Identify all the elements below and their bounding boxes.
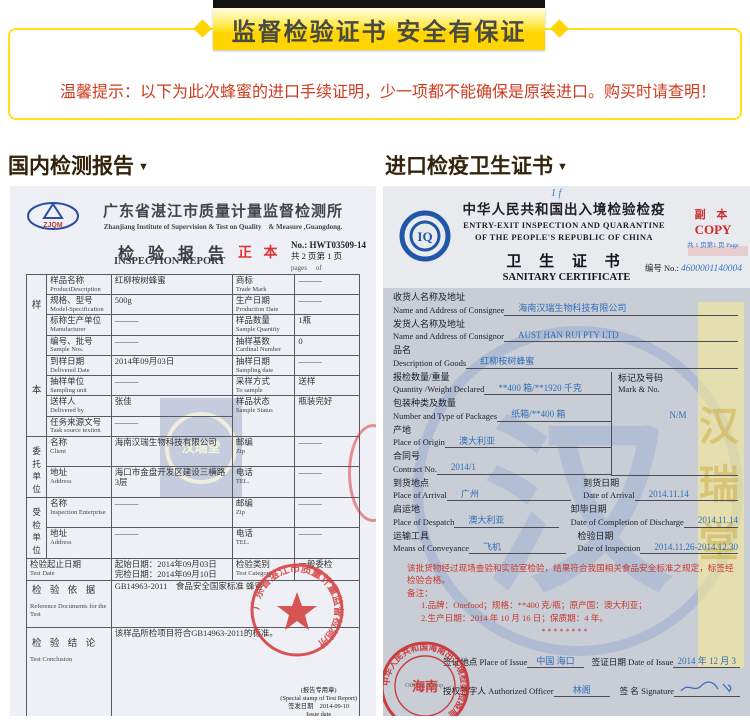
domestic-inspection-report-scan: 汉瑞堂 ZJQM 广东省湛江市质量计量监督检测所 Zhanjiang Insti… [10, 186, 376, 716]
org-name-cn: 中华人民共和国出入境检验检疫 [449, 198, 679, 218]
top-banner: 监督检验证书 安全有保证 [213, 0, 545, 50]
report-pages-en: pages of [291, 264, 322, 272]
org-name-en2: OF THE PEOPLE'S REPUBLIC OF CHINA [449, 232, 679, 242]
issue-block: 签证地点 Place of Issue 中国 海口 签证日期 Date of I… [443, 654, 740, 710]
table-row: 受检单位 名称Inspection Enterprise ——— 邮编Zip —… [27, 497, 360, 528]
copy-mark: 副 本 COPY 共 1 页第1 页 Page [682, 206, 744, 249]
field-conveyance: 运输工具 Means of Conveyance飞机 [393, 531, 566, 555]
client-group-label: 委托单位 [27, 436, 47, 497]
table-row: 抽样单位Sampling unit ——— 采样方式To sample 送样 [27, 376, 360, 396]
certificate-number: 编号 No.: 4600001140004 [645, 262, 742, 274]
triangle-down-icon: ▼ [557, 161, 568, 173]
table-row: 送样人Delivered by 张佳 样品状态Sample Status 瓶装完… [27, 396, 360, 416]
table-row: 样本 样品名称ProductDescription 红柳桉树蜂蜜 商标Trade… [27, 275, 360, 295]
section-title: 进口检疫卫生证书 [385, 150, 553, 180]
end-of-text-marks: ******** [393, 626, 738, 638]
institute-name-en: Zhanjiang Institute of Supervision & Tes… [80, 222, 366, 232]
field-origin: 产地 Place of Origin澳大利亚 [393, 425, 611, 449]
table-row: 地址Address ——— 电话TEL. ——— [27, 528, 360, 559]
report-pages-cn: 共 2 页第 1 页 [291, 251, 342, 261]
institute-name-cn: 广东省湛江市质量计量监督检测所 [80, 200, 366, 221]
svg-text:ZJQM: ZJQM [43, 222, 63, 229]
inspection-red-stamp: 广东省湛江市质量计量监督检测所 [247, 560, 347, 660]
field-discharge: 卸毕日期 Date of Completion of Discharge2014… [571, 504, 738, 528]
certificate-org: 中华人民共和国出入境检验检疫 ENTRY-EXIT INSPECTION AND… [449, 198, 679, 242]
field-contract: 合同号 Contract No.2014/1 [393, 451, 611, 475]
section-header-import-certificate[interactable]: 进口检疫卫生证书 ▼ [385, 150, 568, 180]
issue-place-value: 中国 海口 [527, 654, 583, 668]
field-consignor: 发货人名称及地址 Name and Address of ConsignorAU… [393, 319, 738, 343]
field-consignee: 收货人名称及地址 Name and Address of Consignee海南… [393, 292, 738, 316]
signature-scribble-icon [678, 681, 736, 694]
certificate-form: 收货人名称及地址 Name and Address of Consignee海南… [393, 292, 738, 638]
pages-note: 共 1 页第1 页 Page [682, 239, 744, 249]
zjqm-logo: ZJQM [26, 200, 80, 232]
certificate-conclusion: 该批货物经过现场查验和实验室检验，结果符合我国相关食品安全标准之规定，标签经检验… [393, 562, 738, 638]
field-arrival-place: 到货地点 Place of Arrival广州 [393, 478, 571, 502]
banner-title: 监督检验证书 安全有保证 [232, 12, 527, 47]
report-number-block: No.: HWT03509-14 共 2 页第 1 页 pages of [291, 240, 366, 273]
table-row: 编号、批号Sample Nos. ——— 抽样基数Cardinal Number… [27, 335, 360, 355]
issue-date-value: 2014 年 12 月 3 [673, 654, 740, 668]
banner-ribbon: 监督检验证书 安全有保证 [213, 8, 545, 50]
banner-black-strip [213, 0, 545, 8]
table-row: 到样日期Delivered Date 2014年09月03日 抽样日期Sampl… [27, 355, 360, 375]
report-title-en: INSPECTION REPORT [114, 256, 225, 267]
original-copy-mark: 正 本 [238, 242, 282, 262]
field-goods: 品名 Description of Goods红柳桉树蜂蜜 [393, 345, 738, 369]
officer-signature [674, 681, 740, 697]
svg-text:IQ: IQ [417, 229, 432, 244]
section-header-domestic-report[interactable]: 国内检测报告 ▼ [8, 150, 149, 180]
report-header: ZJQM 广东省湛江市质量计量监督检测所 Zhanjiang Institute… [10, 186, 376, 232]
field-despatch: 启运地 Place of Despatch澳大利亚 [393, 504, 559, 528]
report-title-row: 检 验 报 告 INSPECTION REPORT 正 本 No.: HWT03… [10, 240, 376, 270]
inspected-group-label: 受检单位 [27, 497, 47, 558]
table-row: 地址Address 海口市金盘开发区建设三横路 3层 电话TEL. ——— [27, 467, 360, 498]
stamp-note: (报告专用章) (Special stamp of Test Report) 签… [280, 687, 357, 716]
table-row: 标称生产单位Manufacturer ——— 样品数量Sample Quanti… [27, 315, 360, 335]
svg-text:海南: 海南 [412, 679, 438, 694]
quarantine-red-stamp: 中华人民共和国海南出入境检验检疫局 海南 [383, 638, 473, 716]
authorized-officer-value: 林阁 [554, 683, 610, 697]
field-inspection-date: 检验日期 Date of Inspection2014.11.26-2014.1… [578, 531, 738, 555]
sanitary-certificate-scan: 汉 汉瑞堂 1 f IQ 中华人民共和国出入境检验检疫 ENTRY-EXIT I… [383, 186, 750, 716]
table-row: 规格、型号Model-Specification 500g 生产日期Produc… [27, 295, 360, 315]
product-certificate-section: 监督检验证书 安全有保证 温馨提示：以下为此次蜂蜜的进口手续证明，少一项都不能确… [0, 0, 750, 720]
field-packages: 包装种类及数量 Number and Type of Packages纸箱/**… [393, 398, 611, 422]
triangle-down-icon: ▼ [138, 161, 149, 173]
table-row: 委托单位 名称Client 海南汉瑞生物科技有限公司 邮编Zip ——— [27, 436, 360, 467]
field-arrival-date: 到货日期 Date of Arrival2014.11.14 [583, 478, 738, 502]
notice-text: 温馨提示：以下为此次蜂蜜的进口手续证明，少一项都不能确保是原装进口。购买时请查明… [60, 78, 716, 102]
mark-and-number-box: 标记及号码 Mark & No. N/M [611, 372, 738, 476]
field-quantity: 报检数量/重量 Quantity /Weight Declared**400 箱… [393, 372, 611, 396]
sample-side-label: 样本 [27, 275, 47, 437]
report-number: No.: HWT03509-14 [291, 240, 366, 250]
org-name-en1: ENTRY-EXIT INSPECTION AND QUARANTINE [449, 220, 679, 230]
section-title: 国内检测报告 [8, 150, 134, 180]
